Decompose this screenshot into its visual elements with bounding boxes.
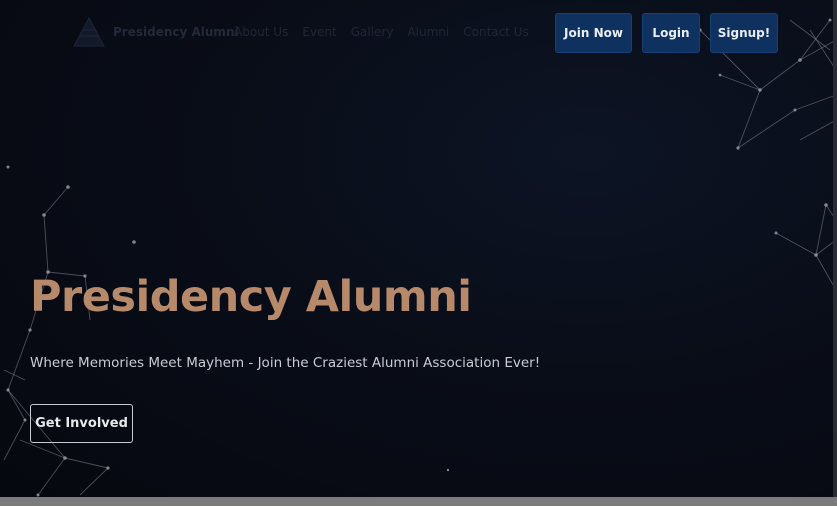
nav-link-contact-us[interactable]: Contact Us <box>463 25 529 39</box>
get-involved-button[interactable]: Get Involved <box>30 404 133 443</box>
join-now-button[interactable]: Join Now <box>555 13 632 53</box>
nav-links: About Us Event Gallery Alumni Contact Us <box>234 25 543 39</box>
login-button[interactable]: Login <box>642 13 700 53</box>
hero-subtitle: Where Memories Meet Mayhem - Join the Cr… <box>30 355 541 371</box>
nav-link-alumni[interactable]: Alumni <box>407 25 449 39</box>
signup-button[interactable]: Signup! <box>710 13 778 53</box>
nav-link-event[interactable]: Event <box>302 25 336 39</box>
brand-name[interactable]: Presidency Alumni <box>113 25 239 39</box>
nav-link-gallery[interactable]: Gallery <box>351 25 394 39</box>
pyramid-logo-icon[interactable] <box>72 14 106 50</box>
bottom-scrollbar[interactable] <box>0 497 837 506</box>
landing-page: Presidency Alumni About Us Event Gallery… <box>0 0 837 506</box>
hero-title: Presidency Alumni <box>30 272 472 322</box>
window-edge <box>833 0 837 497</box>
nav-link-about-us[interactable]: About Us <box>234 25 288 39</box>
